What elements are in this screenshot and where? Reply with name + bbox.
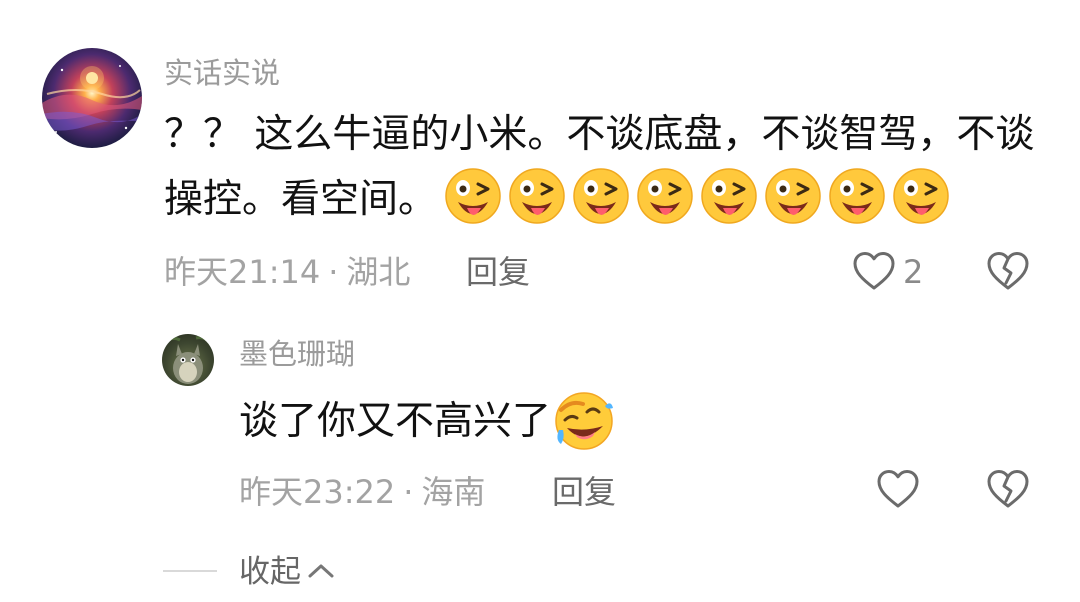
comment-text: ？？ 这么牛逼的小米。不谈底盘，不谈智驾，不谈操控。看空间。 — [164, 104, 1044, 245]
broken-heart-icon — [987, 470, 1029, 508]
heart-icon — [877, 470, 919, 508]
comment-thread: 实话实说 ？？ 这么牛逼的小米。不谈底盘，不谈智驾，不谈操控。看空间。 昨天21… — [0, 0, 1080, 602]
squinting-tongue-emoji — [635, 166, 695, 245]
reply-to-reply-button[interactable]: 回复 — [552, 472, 616, 512]
reply-button[interactable]: 回复 — [466, 252, 530, 292]
separator: · — [328, 253, 339, 291]
reply-like-button[interactable] — [876, 468, 920, 514]
reply-meta: 昨天23:22 · 海南 — [239, 472, 485, 512]
squinting-tongue-emoji — [443, 166, 503, 245]
reply-location: 海南 — [421, 473, 486, 511]
reply-text: 谈了你又不高兴了 — [239, 390, 759, 471]
reply-avatar[interactable] — [162, 334, 214, 386]
dislike-button[interactable] — [986, 250, 1030, 296]
like-count: 2 — [903, 253, 924, 291]
heart-icon — [853, 252, 895, 290]
squinting-tongue-emoji — [571, 166, 631, 245]
broken-heart-icon — [987, 252, 1029, 290]
reply-dislike-button[interactable] — [986, 468, 1030, 514]
reply-username[interactable]: 墨色珊瑚 — [239, 336, 355, 372]
squinting-tongue-emoji — [763, 166, 823, 245]
comment-time: 昨天21:14 — [164, 253, 321, 291]
collapse-divider — [163, 570, 217, 572]
emoji-row — [443, 166, 955, 245]
totoro-avatar-image — [164, 336, 212, 384]
reply-body: 谈了你又不高兴了 — [239, 399, 552, 444]
comment-username[interactable]: 实话实说 — [164, 55, 280, 91]
squinting-tongue-emoji — [891, 166, 951, 245]
comment-meta: 昨天21:14 · 湖北 — [164, 252, 410, 292]
like-button[interactable] — [852, 250, 896, 296]
squinting-tongue-emoji — [827, 166, 887, 245]
rolling-laughing-emoji — [553, 390, 615, 471]
reply-time: 昨天23:22 — [239, 473, 396, 511]
separator: · — [403, 473, 414, 511]
collapse-button[interactable]: 收起 — [239, 550, 335, 592]
chevron-up-icon — [307, 550, 335, 590]
avatar[interactable] — [42, 48, 142, 148]
collapse-label: 收起 — [239, 554, 301, 590]
avatar-galaxy-image — [42, 65, 142, 133]
squinting-tongue-emoji — [699, 166, 759, 245]
comment-location: 湖北 — [346, 253, 411, 291]
squinting-tongue-emoji — [507, 166, 567, 245]
